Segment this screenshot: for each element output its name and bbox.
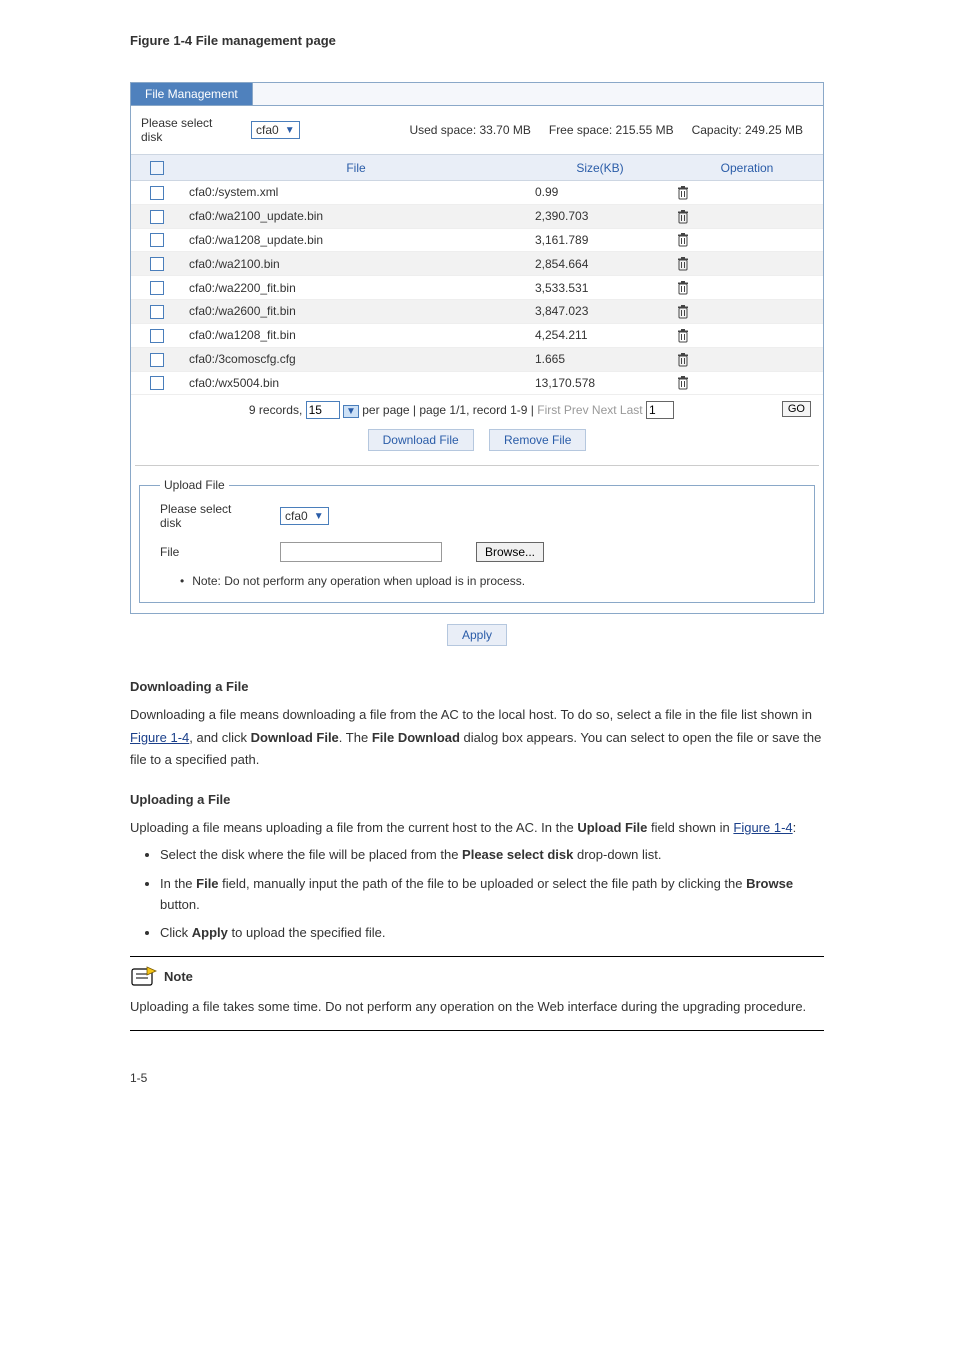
note-body: Uploading a file takes some time. Do not…	[130, 997, 824, 1018]
table-row: cfa0:/wa2100_update.bin2,390.703	[131, 204, 823, 228]
row-checkbox[interactable]	[150, 210, 164, 224]
tab-file-management[interactable]: File Management	[131, 83, 253, 105]
row-checkbox[interactable]	[150, 186, 164, 200]
upload-file-label: File	[160, 545, 250, 559]
upload-steps: Select the disk where the file will be p…	[130, 845, 824, 944]
page-number-input[interactable]	[646, 401, 674, 419]
trash-icon[interactable]	[677, 233, 689, 247]
capacity: Capacity: 249.25 MB	[692, 123, 803, 137]
row-checkbox[interactable]	[150, 233, 164, 247]
table-row: cfa0:/wa1208_update.bin3,161.789	[131, 228, 823, 252]
row-checkbox[interactable]	[150, 305, 164, 319]
heading-download-file: Downloading a File	[130, 676, 824, 698]
file-name: cfa0:/wa2200_fit.bin	[183, 276, 529, 300]
trash-icon[interactable]	[677, 186, 689, 200]
table-row: cfa0:/wa2200_fit.bin3,533.531	[131, 276, 823, 300]
file-name: cfa0:/wa2100_update.bin	[183, 204, 529, 228]
upload-note: Note: Do not perform any operation when …	[180, 574, 794, 588]
divider	[130, 1030, 824, 1031]
table-row: cfa0:/wx5004.bin13,170.578	[131, 371, 823, 395]
free-space: Free space: 215.55 MB	[549, 123, 674, 137]
download-file-button[interactable]: Download File	[368, 429, 474, 451]
trash-icon[interactable]	[677, 305, 689, 319]
file-management-panel: File Management Please select disk cfa0 …	[130, 82, 824, 614]
table-row: cfa0:/wa1208_fit.bin4,254.211	[131, 323, 823, 347]
list-item: Click Apply to upload the specified file…	[160, 923, 824, 944]
browse-button[interactable]: Browse...	[476, 542, 544, 562]
table-row: cfa0:/wa2600_fit.bin3,847.023	[131, 300, 823, 324]
file-size: 3,533.531	[529, 276, 671, 300]
file-size: 13,170.578	[529, 371, 671, 395]
upload-disk-select[interactable]: cfa0 ▼	[280, 507, 329, 525]
col-operation: Operation	[671, 155, 823, 181]
list-item: Select the disk where the file will be p…	[160, 845, 824, 866]
row-checkbox[interactable]	[150, 257, 164, 271]
trash-icon[interactable]	[677, 210, 689, 224]
divider	[130, 956, 824, 957]
pager-records: 9 records,	[249, 403, 302, 417]
col-size: Size(KB)	[529, 155, 671, 181]
table-row: cfa0:/system.xml0.99	[131, 180, 823, 204]
row-checkbox[interactable]	[150, 353, 164, 367]
file-name: cfa0:/wa1208_fit.bin	[183, 323, 529, 347]
row-checkbox[interactable]	[150, 329, 164, 343]
heading-upload-file: Uploading a File	[130, 789, 824, 811]
col-file: File	[183, 155, 529, 181]
upload-disk-value: cfa0	[285, 509, 308, 523]
chevron-down-icon: ▼	[285, 125, 295, 136]
file-table: File Size(KB) Operation cfa0:/system.xml…	[131, 154, 823, 395]
used-space: Used space: 33.70 MB	[409, 123, 530, 137]
chevron-down-icon: ▼	[314, 511, 324, 522]
trash-icon[interactable]	[677, 329, 689, 343]
file-size: 1.665	[529, 347, 671, 371]
remove-file-button[interactable]: Remove File	[489, 429, 586, 451]
select-disk-label: Please select disk	[141, 116, 231, 144]
pager-nav-links[interactable]: First Prev Next Last	[537, 403, 642, 417]
per-page-input[interactable]	[306, 401, 340, 419]
file-size: 2,854.664	[529, 252, 671, 276]
list-item: In the File field, manually input the pa…	[160, 874, 824, 916]
note-icon	[130, 965, 158, 987]
chevron-down-icon[interactable]: ▼	[343, 405, 359, 418]
disk-select-value: cfa0	[256, 123, 279, 137]
disk-select[interactable]: cfa0 ▼	[251, 121, 300, 139]
file-size: 4,254.211	[529, 323, 671, 347]
select-all-checkbox[interactable]	[150, 161, 164, 175]
file-name: cfa0:/wa2600_fit.bin	[183, 300, 529, 324]
file-name: cfa0:/wa2100.bin	[183, 252, 529, 276]
table-row: cfa0:/wa2100.bin2,854.664	[131, 252, 823, 276]
link-figure-1-4[interactable]: Figure 1-4	[130, 730, 189, 745]
trash-icon[interactable]	[677, 376, 689, 390]
file-name: cfa0:/wa1208_update.bin	[183, 228, 529, 252]
upload-file-fieldset: Upload File Please select disk cfa0 ▼ Fi…	[139, 478, 815, 603]
file-name: cfa0:/wx5004.bin	[183, 371, 529, 395]
file-size: 3,847.023	[529, 300, 671, 324]
table-row: cfa0:/3comoscfg.cfg1.665	[131, 347, 823, 371]
file-size: 0.99	[529, 180, 671, 204]
trash-icon[interactable]	[677, 281, 689, 295]
upload-legend: Upload File	[160, 478, 229, 492]
upload-disk-label: Please select disk	[160, 502, 250, 530]
upload-file-input[interactable]	[280, 542, 442, 562]
row-checkbox[interactable]	[150, 281, 164, 295]
link-figure-1-4[interactable]: Figure 1-4	[733, 820, 792, 835]
file-size: 3,161.789	[529, 228, 671, 252]
trash-icon[interactable]	[677, 257, 689, 271]
pager: 9 records, ▼ per page | page 1/1, record…	[131, 395, 823, 423]
note-title: Note	[164, 969, 193, 984]
figure-caption-1: Figure 1-4 File management page	[130, 33, 336, 48]
apply-button[interactable]: Apply	[447, 624, 507, 646]
row-checkbox[interactable]	[150, 376, 164, 390]
file-size: 2,390.703	[529, 204, 671, 228]
upload-paragraph: Uploading a file means uploading a file …	[130, 817, 824, 839]
trash-icon[interactable]	[677, 353, 689, 367]
file-name: cfa0:/system.xml	[183, 180, 529, 204]
pager-mid: per page | page 1/1, record 1-9 |	[362, 403, 534, 417]
file-name: cfa0:/3comoscfg.cfg	[183, 347, 529, 371]
page-number: 1-5	[130, 1071, 954, 1085]
download-paragraph: Downloading a file means downloading a f…	[130, 704, 824, 770]
go-button[interactable]: GO	[782, 401, 811, 417]
